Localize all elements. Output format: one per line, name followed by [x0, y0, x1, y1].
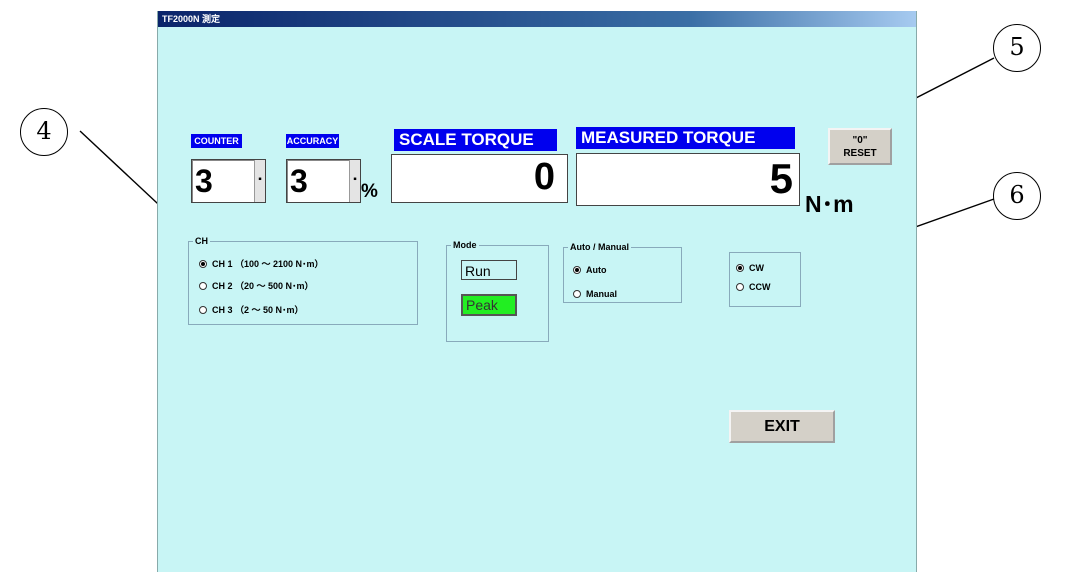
- mode-run-indicator: Run: [461, 260, 517, 280]
- reset-button-line1: "0": [852, 135, 868, 146]
- radio-auto[interactable]: Auto: [573, 265, 607, 275]
- radio-ch1[interactable]: CH 1 （100 ～ 2100 N･m）: [199, 257, 324, 270]
- reset-button-line2: RESET: [843, 148, 877, 159]
- counter-label: COUNTER: [191, 134, 242, 148]
- window-title: TF2000N 測定: [162, 14, 221, 24]
- radio-ch1-label: CH 1 （100 ～ 2100 N･m）: [212, 259, 324, 269]
- radio-cw[interactable]: CW: [736, 263, 764, 273]
- accuracy-select[interactable]: 3 ▪: [286, 159, 361, 203]
- scale-torque-label: SCALE TORQUE: [394, 129, 557, 151]
- radio-unselected-icon: [199, 305, 207, 314]
- direction-group: [729, 252, 801, 307]
- radio-manual-label: Manual: [586, 289, 618, 299]
- callout-4: 4: [20, 108, 68, 156]
- radio-selected-icon: [573, 266, 581, 274]
- accuracy-unit: %: [361, 181, 378, 202]
- measured-torque-unit: N･m: [805, 191, 854, 217]
- radio-ch2[interactable]: CH 2 （20 ～ 500 N･m）: [199, 279, 314, 292]
- app-window: TF2000N 測定 COUNTER 3 ▪ ACCURACY 3 ▪ % SC…: [157, 11, 917, 572]
- title-bar[interactable]: TF2000N 測定: [158, 11, 916, 27]
- accuracy-label: ACCURACY: [286, 134, 339, 148]
- measured-torque-value: 5: [769, 155, 793, 202]
- mode-group: Mode: [446, 240, 549, 342]
- dropdown-arrow-icon[interactable]: ▪: [254, 160, 265, 202]
- radio-selected-icon: [199, 259, 207, 268]
- measured-torque-display: 5: [576, 153, 800, 206]
- counter-select[interactable]: 3 ▪: [191, 159, 266, 203]
- radio-manual[interactable]: Manual: [573, 289, 617, 299]
- scale-torque-value: 0: [533, 156, 555, 198]
- zero-reset-button[interactable]: "0" RESET: [828, 128, 892, 165]
- auto-manual-legend: Auto / Manual: [570, 242, 629, 252]
- radio-unselected-icon: [199, 281, 207, 290]
- radio-ccw-label: CCW: [749, 282, 771, 292]
- ch-group-legend: CH: [195, 236, 208, 246]
- radio-ch3[interactable]: CH 3 （2 ～ 50 N･m）: [199, 303, 304, 316]
- measured-torque-label: MEASURED TORQUE: [576, 127, 795, 149]
- radio-ccw[interactable]: CCW: [736, 282, 771, 292]
- mode-peak-indicator: Peak: [461, 294, 517, 316]
- radio-unselected-icon: [736, 283, 744, 291]
- radio-cw-label: CW: [749, 263, 764, 273]
- callout-5: 5: [993, 24, 1041, 72]
- radio-auto-label: Auto: [586, 265, 607, 275]
- callout-6: 6: [993, 172, 1041, 220]
- mode-group-legend: Mode: [453, 240, 477, 250]
- accuracy-value: 3: [290, 163, 308, 199]
- radio-selected-icon: [736, 264, 744, 272]
- scale-torque-display: 0: [391, 154, 568, 203]
- dropdown-arrow-icon[interactable]: ▪: [349, 160, 360, 202]
- exit-button[interactable]: EXIT: [729, 410, 835, 443]
- radio-unselected-icon: [573, 290, 581, 298]
- radio-ch2-label: CH 2 （20 ～ 500 N･m）: [212, 281, 314, 291]
- counter-value: 3: [195, 163, 213, 199]
- radio-ch3-label: CH 3 （2 ～ 50 N･m）: [212, 305, 304, 315]
